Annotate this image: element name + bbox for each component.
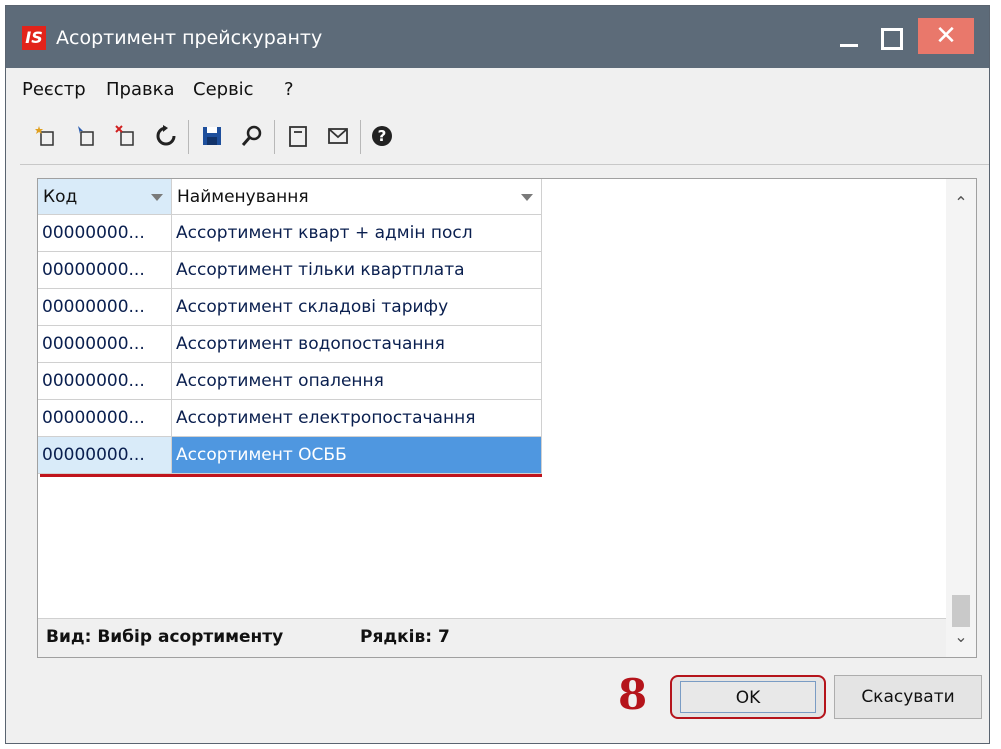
cell-code: 00000000... [38,437,172,474]
minimize-button[interactable] [832,22,866,54]
cell-name: Ассортимент опалення [172,363,542,400]
search-icon [241,125,262,146]
create-icon [35,126,54,146]
filter-dropdown-icon[interactable] [521,194,533,201]
mail-icon [328,128,348,144]
menu-edit[interactable]: Правка [106,78,175,102]
save-icon [203,127,221,145]
svg-text:?: ? [378,127,387,145]
assortment-grid: Код Найменування 00000000... Ассортимент … [37,178,977,658]
maximize-button[interactable] [874,22,908,54]
table-row[interactable]: 00000000... Ассортимент електропостачання [38,400,542,437]
search-button[interactable] [236,118,268,154]
menu-bar: Реєстр Правка Сервіс ? [6,68,989,112]
cell-name: Ассортимент ОСББ [172,437,542,474]
close-button[interactable]: ✕ [918,18,974,54]
card-button[interactable] [282,118,314,154]
scroll-up-icon[interactable]: ⌃ [946,193,976,213]
refresh-button[interactable] [150,118,182,154]
card-icon [289,126,307,147]
table-row[interactable]: 00000000... Ассортимент складові тарифу [38,289,542,326]
delete-button[interactable] [110,118,142,154]
save-button[interactable] [196,118,228,154]
table-row[interactable]: 00000000... Ассортимент тільки квартплата [38,252,542,289]
column-header-name[interactable]: Найменування [172,179,542,215]
table-row[interactable]: 00000000... Ассортимент ОСББ [38,437,542,474]
table-row[interactable]: 00000000... Ассортимент опалення [38,363,542,400]
create-button[interactable] [30,118,62,154]
status-row-count: Рядків: 7 [360,627,450,647]
ok-button-label: OK [680,681,816,713]
cell-name: Ассортимент електропостачання [172,400,542,437]
toolbar: ? [20,114,989,158]
vertical-scrollbar[interactable]: ⌃ ⌄ [946,179,976,657]
status-bar: Вид: Вибір асортименту Рядків: 7 [38,618,946,657]
cell-code: 00000000... [38,326,172,363]
cell-name: Ассортимент тільки квартплата [172,252,542,289]
ok-button[interactable]: OK [670,675,826,719]
status-view: Вид: Вибір асортименту [46,627,284,647]
delete-icon [115,125,134,146]
cell-code: 00000000... [38,252,172,289]
app-logo-icon: IS [22,26,46,50]
help-icon: ? [372,126,392,146]
title-bar[interactable]: IS Асортимент прейскуранту ✕ [6,6,989,68]
refresh-icon [156,125,176,146]
cell-code: 00000000... [38,400,172,437]
table-row[interactable]: 00000000... Ассортимент водопостачання [38,326,542,363]
dialog-window: IS Асортимент прейскуранту ✕ Реєстр Прав… [5,5,990,744]
cancel-button[interactable]: Скасувати [834,675,982,719]
menu-registry[interactable]: Реєстр [22,78,86,102]
cell-name: Ассортимент водопостачання [172,326,542,363]
window-title: Асортимент прейскуранту [56,27,323,49]
mail-button[interactable] [322,118,354,154]
column-header-code-label: Код [43,187,78,207]
menu-service[interactable]: Сервіс [193,78,254,102]
cell-code: 00000000... [38,363,172,400]
column-header-name-label: Найменування [177,187,309,207]
cell-name: Ассортимент кварт + адмін посл [172,215,542,252]
table-row[interactable]: 00000000... Ассортимент кварт + адмін пос… [38,215,542,252]
filter-dropdown-icon[interactable] [151,194,163,201]
help-button[interactable]: ? [366,118,398,154]
step-annotation: 8 [618,670,648,719]
copy-button[interactable] [70,118,102,154]
scroll-thumb[interactable] [952,595,970,627]
column-header-code[interactable]: Код [38,179,172,215]
cell-name: Ассортимент складові тарифу [172,289,542,326]
menu-help[interactable]: ? [284,78,294,102]
highlight-underline [40,474,542,477]
copy-icon [78,126,94,146]
cell-code: 00000000... [38,215,172,252]
scroll-down-icon[interactable]: ⌄ [946,627,976,647]
cell-code: 00000000... [38,289,172,326]
